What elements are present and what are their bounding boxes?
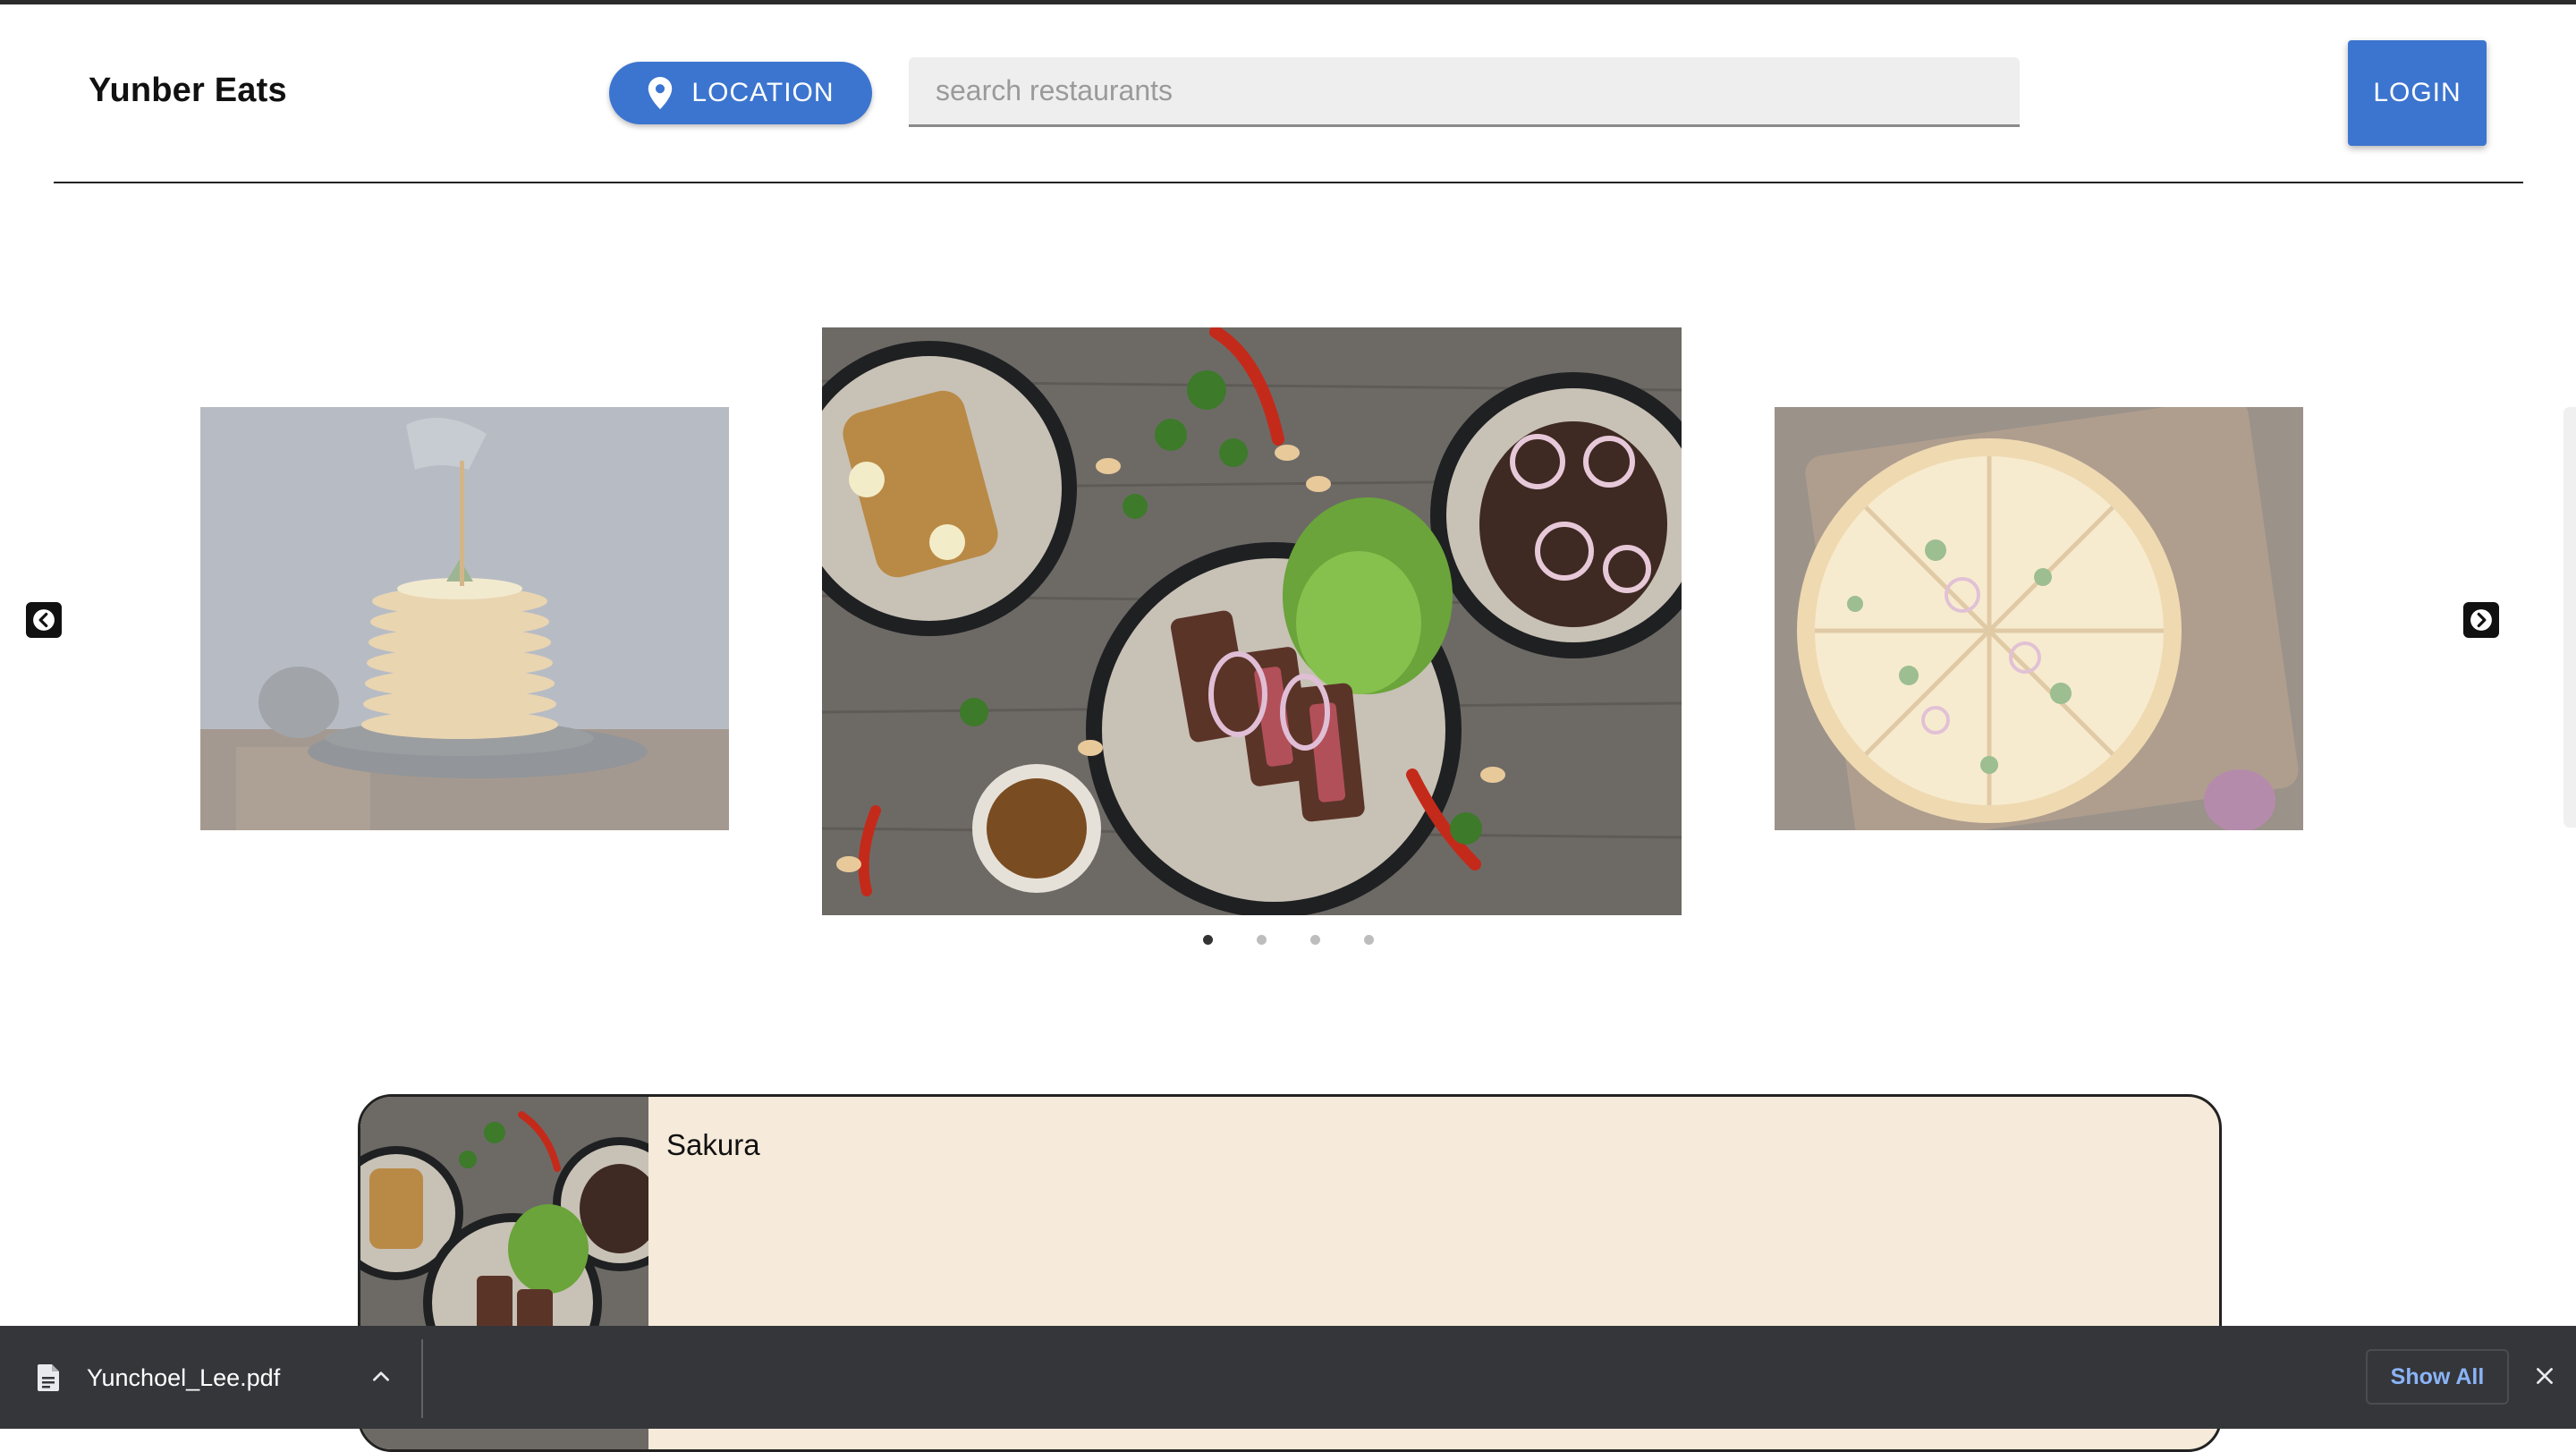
chevron-up-icon[interactable] <box>369 1365 393 1388</box>
brand-logo[interactable]: Yunber Eats <box>89 72 287 110</box>
chevron-left-icon <box>33 609 55 631</box>
pizza-image <box>1775 407 2303 830</box>
carousel-dot-1[interactable] <box>1203 935 1213 945</box>
steak-salad-image <box>822 327 1682 915</box>
shelf-separator <box>421 1339 423 1418</box>
location-button[interactable]: LOCATION <box>609 62 872 124</box>
show-all-button[interactable]: Show All <box>2366 1349 2509 1405</box>
carousel-dot-2[interactable] <box>1257 935 1267 945</box>
carousel-next-button[interactable] <box>2463 602 2499 638</box>
carousel-prev-button[interactable] <box>26 602 62 638</box>
carousel-dot-3[interactable] <box>1310 935 1320 945</box>
map-pin-icon <box>648 77 673 109</box>
restaurant-name: Sakura <box>666 1128 760 1161</box>
download-file-name[interactable]: Yunchoel_Lee.pdf <box>87 1364 280 1392</box>
chevron-right-icon <box>2470 609 2492 631</box>
document-icon <box>38 1364 59 1391</box>
carousel-slide-previous[interactable] <box>200 407 729 830</box>
carousel-dot-4[interactable] <box>1364 935 1374 945</box>
login-button[interactable]: LOGIN <box>2348 40 2487 146</box>
search-input[interactable] <box>909 57 2020 127</box>
pancake-image <box>200 407 729 830</box>
page-scrollbar[interactable] <box>2563 407 2576 828</box>
carousel-slide-next[interactable] <box>1775 407 2303 830</box>
close-icon[interactable] <box>2533 1364 2556 1388</box>
location-button-label: LOCATION <box>691 78 835 107</box>
carousel-slide-active[interactable] <box>822 327 1682 915</box>
window-top-edge <box>0 0 2576 4</box>
header-divider <box>54 182 2523 183</box>
